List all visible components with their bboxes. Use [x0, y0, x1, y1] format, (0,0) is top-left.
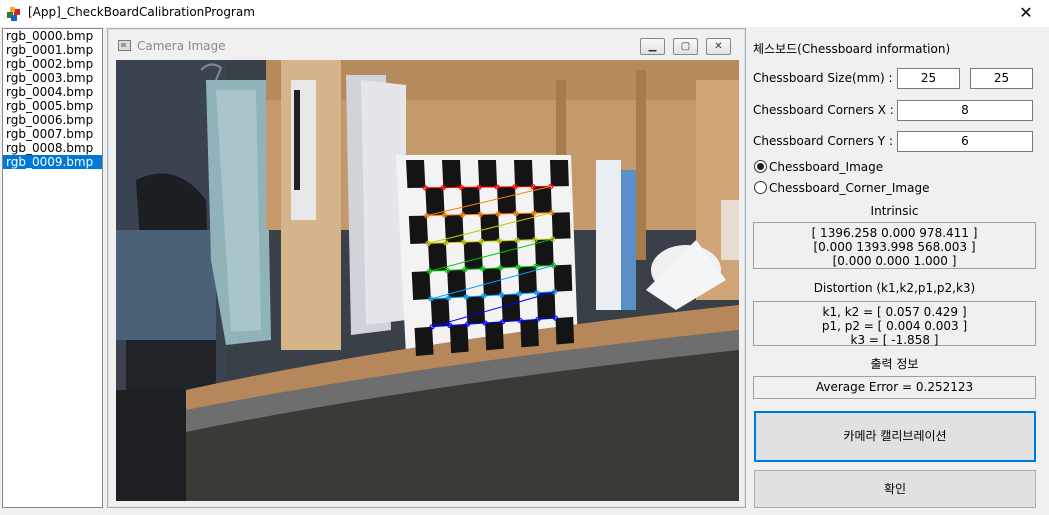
chessboard-square — [501, 293, 521, 322]
distortion-coefficients-box: k1, k2 = [ 0.057 0.429 ] p1, p2 = [ 0.00… — [753, 301, 1036, 347]
intrinsic-row-1: [ 1396.258 0.000 978.411 ] — [811, 226, 978, 240]
chessboard-square — [406, 160, 426, 188]
corners-y-input[interactable]: 6 — [897, 131, 1033, 152]
radio-chessboard-image[interactable] — [754, 160, 767, 173]
chessboard-square — [478, 160, 498, 188]
camera-window-title: Camera Image — [137, 39, 226, 53]
file-list-item[interactable]: rgb_0007.bmp — [3, 127, 102, 141]
file-list-item[interactable]: rgb_0005.bmp — [3, 99, 102, 113]
distortion-row-1: k1, k2 = [ 0.057 0.429 ] — [822, 305, 967, 319]
chessboard-square — [411, 271, 431, 300]
confirm-button[interactable]: 확인 — [754, 470, 1036, 508]
camera-image-window: Camera Image ▁ ▢ ✕ — [107, 28, 746, 508]
file-list-item[interactable]: rgb_0008.bmp — [3, 141, 102, 155]
radio-chessboard-corner-image[interactable] — [754, 181, 767, 194]
file-list-item[interactable]: rgb_0002.bmp — [3, 57, 102, 71]
chessboard-square — [408, 215, 429, 244]
intrinsic-title: Intrinsic — [870, 204, 919, 218]
file-list-item[interactable]: rgb_0004.bmp — [3, 85, 102, 99]
corner-connector-line — [463, 241, 482, 243]
corner-connector-line — [481, 240, 500, 243]
chessboard-size-y-input[interactable]: 25 — [970, 68, 1033, 89]
chessboard-square — [466, 295, 486, 325]
minimize-icon: ▁ — [648, 41, 657, 52]
chessboard-section-title: 체스보드(Chessboard information) — [753, 42, 951, 56]
chessboard-square — [414, 326, 434, 356]
chessboard-square — [550, 160, 569, 187]
average-error-box: Average Error = 0.252123 — [753, 376, 1036, 399]
chessboard-square — [555, 316, 574, 345]
camera-maximize-button[interactable]: ▢ — [673, 38, 698, 55]
corners-x-input[interactable]: 8 — [897, 100, 1033, 121]
chessboard-square — [485, 321, 504, 351]
image-file-list[interactable]: rgb_0000.bmp rgb_0001.bmp rgb_0002.bmp rgb_… — [2, 28, 103, 508]
chessboard-square — [425, 187, 445, 216]
radio-chessboard-corner-image-label[interactable]: Chessboard_Corner_Image — [769, 181, 929, 195]
chessboard-square — [520, 319, 539, 348]
camera-calibration-button[interactable]: 카메라 캘리브레이션 — [754, 411, 1036, 462]
chessboard-size-x-input[interactable]: 25 — [897, 68, 960, 89]
corners-x-label: Chessboard Corners X : — [753, 103, 894, 117]
chessboard-square — [463, 241, 483, 270]
radio-chessboard-image-label[interactable]: Chessboard_Image — [769, 160, 883, 174]
chessboard-square — [551, 212, 571, 240]
chessboard-square — [449, 324, 469, 354]
close-icon: ✕ — [714, 41, 723, 52]
corners-y-label: Chessboard Corners Y : — [753, 134, 893, 148]
camera-close-button[interactable]: ✕ — [706, 38, 731, 55]
intrinsic-matrix-box: [ 1396.258 0.000 978.411 ] [0.000 1393.9… — [753, 222, 1036, 269]
corner-connector-line — [499, 239, 518, 242]
file-list-item[interactable]: rgb_0003.bmp — [3, 71, 102, 85]
distortion-title: Distortion (k1,k2,p1,p2,k3) — [813, 281, 976, 295]
output-info-title: 출력 정보 — [870, 357, 919, 371]
chessboard-square — [514, 160, 533, 187]
app-icon — [7, 7, 20, 21]
distortion-row-2: p1, p2 = [ 0.004 0.003 ] — [821, 319, 968, 333]
maximize-icon: ▢ — [680, 41, 691, 52]
chessboard-square — [499, 240, 519, 268]
chessboard-square — [497, 186, 517, 214]
camera-minimize-button[interactable]: ▁ — [640, 38, 665, 55]
file-list-item[interactable]: rgb_0000.bmp — [3, 29, 102, 43]
corner-connector-line — [445, 241, 464, 244]
window-titlebar: [App]_CheckBoardCalibrationProgram ✕ — [0, 0, 1049, 27]
intrinsic-row-2: [0.000 1393.998 568.003 ] — [813, 240, 976, 254]
camera-window-titlebar: Camera Image ▁ ▢ ✕ — [108, 29, 745, 59]
chessboard-square — [553, 264, 573, 292]
image-window-icon — [118, 40, 131, 51]
chessboard-square — [461, 187, 481, 215]
window-close-button[interactable]: ✕ — [1003, 0, 1049, 27]
file-list-item[interactable]: rgb_0006.bmp — [3, 113, 102, 127]
file-list-item[interactable]: rgb_0009.bmp — [3, 155, 102, 169]
window-title: [App]_CheckBoardCalibrationProgram — [28, 5, 255, 19]
corner-connector-line — [517, 239, 535, 241]
chessboard-square — [442, 160, 462, 188]
camera-image — [116, 60, 739, 501]
chessboard-size-label: Chessboard Size(mm) : — [753, 71, 893, 85]
distortion-row-3: k3 = [ -1.858 ] — [850, 333, 939, 347]
file-list-item[interactable]: rgb_0001.bmp — [3, 43, 102, 57]
close-icon: ✕ — [1019, 3, 1033, 22]
corner-connector-line — [428, 242, 446, 244]
average-error-value: Average Error = 0.252123 — [815, 380, 974, 394]
camera-photo — [116, 60, 739, 501]
intrinsic-row-3: [0.000 0.000 1.000 ] — [832, 254, 957, 268]
